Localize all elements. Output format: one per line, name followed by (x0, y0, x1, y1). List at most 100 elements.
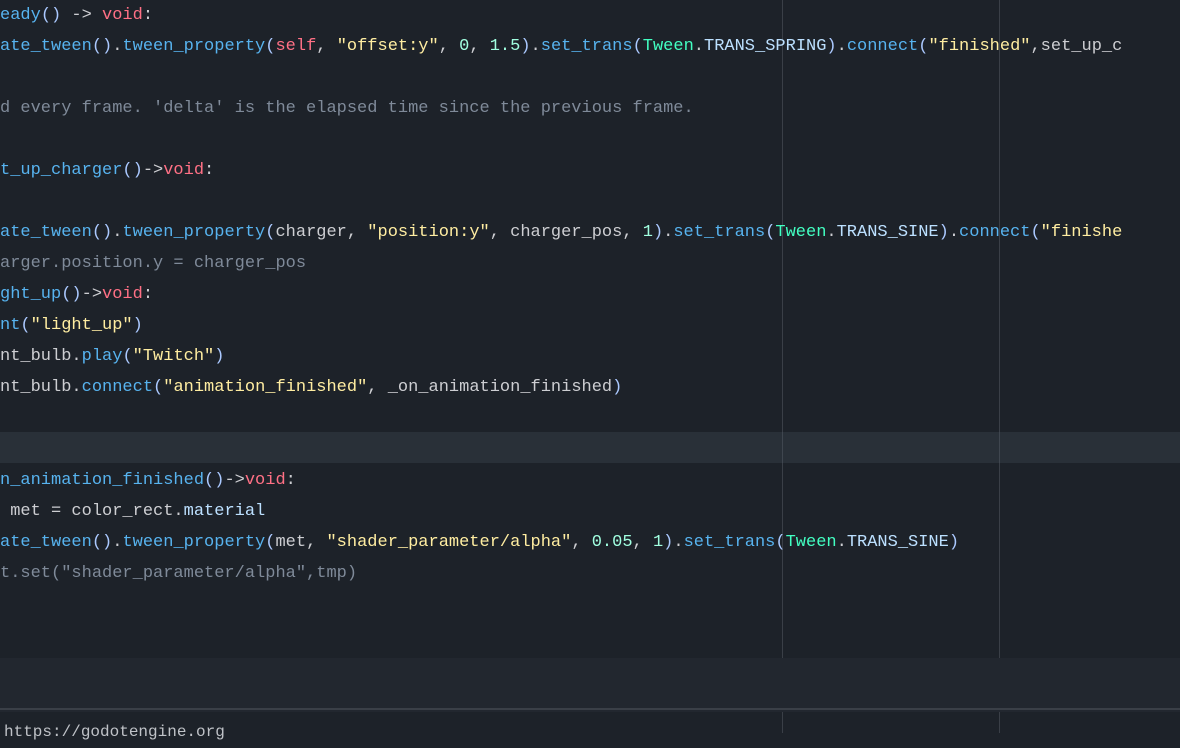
code-token: . (949, 223, 959, 242)
code-token: "finished" (928, 37, 1030, 56)
code-token: . (837, 533, 847, 552)
code-token: "Twitch" (133, 347, 215, 366)
code-token: set_trans (684, 533, 776, 552)
code-token: TRANS_SPRING (704, 37, 826, 56)
code-line[interactable]: nt("light_up") (0, 310, 1122, 341)
code-token: met = color_rect. (0, 502, 184, 521)
code-token: Tween (786, 533, 837, 552)
code-token: ) (939, 223, 949, 242)
code-token: ,set_up_c (1030, 37, 1122, 56)
code-line[interactable]: ght_up()->void: (0, 279, 1122, 310)
code-token: set_trans (673, 223, 765, 242)
code-token: ( (633, 37, 643, 56)
code-token: ) (653, 223, 663, 242)
code-token: "finishe (1041, 223, 1123, 242)
code-token: , (571, 533, 591, 552)
code-token: ( (265, 37, 275, 56)
code-token: void (163, 161, 204, 180)
code-token: "offset:y" (337, 37, 439, 56)
code-token: connect (82, 378, 153, 397)
code-token: ) (663, 533, 673, 552)
code-token: ( (775, 533, 785, 552)
code-token: ( (1030, 223, 1040, 242)
code-line[interactable]: d every frame. 'delta' is the elapsed ti… (0, 93, 1122, 124)
code-token: t_up_charger (0, 161, 122, 180)
code-token: void (102, 6, 143, 25)
code-line[interactable] (0, 62, 1122, 93)
code-line[interactable]: arger.position.y = charger_pos (0, 248, 1122, 279)
code-token: ( (153, 378, 163, 397)
code-token: -> (82, 285, 102, 304)
code-token: n_animation_finished (0, 471, 204, 490)
code-token: : (143, 285, 153, 304)
code-token: "shader_parameter/alpha" (326, 533, 571, 552)
code-token: material (184, 502, 266, 521)
code-token: charger, (275, 223, 367, 242)
code-token: () (92, 223, 112, 242)
code-token: nt (0, 316, 20, 335)
code-line[interactable]: nt_bulb.play("Twitch") (0, 341, 1122, 372)
code-line[interactable] (0, 403, 1122, 434)
code-token: , charger_pos, (490, 223, 643, 242)
code-token: TRANS_SINE (847, 533, 949, 552)
code-token: , (316, 37, 336, 56)
code-token: tween_property (122, 223, 265, 242)
code-token: ( (20, 316, 30, 335)
code-token: ( (122, 347, 132, 366)
code-token: d every frame. 'delta' is the elapsed ti… (0, 99, 694, 118)
code-token: t.set("shader_parameter/alpha",tmp) (0, 564, 357, 583)
code-token: -> (61, 6, 102, 25)
code-token: connect (959, 223, 1030, 242)
code-token: . (531, 37, 541, 56)
code-token: -> (224, 471, 244, 490)
code-token: ( (918, 37, 928, 56)
code-token: connect (847, 37, 918, 56)
code-line[interactable]: n_animation_finished()->void: (0, 465, 1122, 496)
code-token: ) (520, 37, 530, 56)
code-token: . (694, 37, 704, 56)
code-token: ate_tween (0, 37, 92, 56)
code-token: tween_property (122, 37, 265, 56)
code-line[interactable] (0, 124, 1122, 155)
code-token: 1 (643, 223, 653, 242)
code-token: 0.05 (592, 533, 633, 552)
code-line[interactable] (0, 434, 1122, 465)
code-line[interactable]: ate_tween().tween_property(self, "offset… (0, 31, 1122, 62)
code-token: -> (143, 161, 163, 180)
code-token: eady (0, 6, 41, 25)
code-token: TRANS_SINE (837, 223, 939, 242)
code-token: ate_tween (0, 223, 92, 242)
code-line[interactable]: t_up_charger()->void: (0, 155, 1122, 186)
code-line[interactable]: ate_tween().tween_property(met, "shader_… (0, 527, 1122, 558)
code-token: "position:y" (367, 223, 489, 242)
code-token: : (204, 161, 214, 180)
code-token: ) (949, 533, 959, 552)
code-token: ( (265, 533, 275, 552)
code-token: () (204, 471, 224, 490)
code-token: . (837, 37, 847, 56)
code-line[interactable]: eady() -> void: (0, 0, 1122, 31)
code-token: "animation_finished" (163, 378, 367, 397)
code-content[interactable]: eady() -> void:ate_tween().tween_propert… (0, 0, 1122, 589)
code-line[interactable] (0, 186, 1122, 217)
code-editor[interactable]: eady() -> void:ate_tween().tween_propert… (0, 0, 1180, 733)
code-token: ) (612, 378, 622, 397)
code-token: . (826, 223, 836, 242)
code-token: () (92, 37, 112, 56)
code-token: . (112, 533, 122, 552)
code-line[interactable]: nt_bulb.connect("animation_finished", _o… (0, 372, 1122, 403)
code-token: void (102, 285, 143, 304)
code-token: ) (214, 347, 224, 366)
code-token: . (112, 223, 122, 242)
code-line[interactable]: t.set("shader_parameter/alpha",tmp) (0, 558, 1122, 589)
code-token: ) (826, 37, 836, 56)
code-token: tween_property (122, 533, 265, 552)
code-token: () (41, 6, 61, 25)
code-token: set_trans (541, 37, 633, 56)
code-line[interactable]: met = color_rect.material (0, 496, 1122, 527)
code-token: nt_bulb. (0, 347, 82, 366)
code-token: Tween (643, 37, 694, 56)
code-token: , _on_animation_finished (367, 378, 612, 397)
code-token: : (143, 6, 153, 25)
code-line[interactable]: ate_tween().tween_property(charger, "pos… (0, 217, 1122, 248)
